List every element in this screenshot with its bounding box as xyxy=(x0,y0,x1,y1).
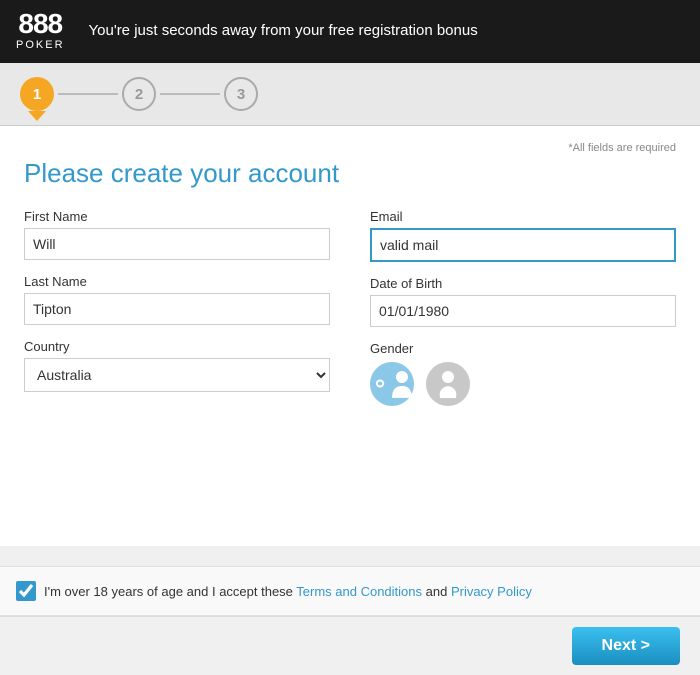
step-3-circle: 3 xyxy=(224,77,258,111)
country-select[interactable]: Australia United States United Kingdom C… xyxy=(24,358,330,392)
logo-888: 888 xyxy=(18,10,62,38)
header-tagline: You're just seconds away from your free … xyxy=(89,22,478,39)
gender-container: ⚬ xyxy=(370,362,676,406)
required-note: *All fields are required xyxy=(24,142,676,154)
form-grid: First Name Last Name Country Australia U… xyxy=(24,209,676,420)
male-icon: ⚬ xyxy=(370,370,390,399)
logo: 888 poker xyxy=(16,10,65,51)
gender-label: Gender xyxy=(370,341,676,356)
dob-label: Date of Birth xyxy=(370,276,676,291)
main-content: *All fields are required Please create y… xyxy=(0,126,700,546)
footer-bar: Next > xyxy=(0,616,700,675)
next-button[interactable]: Next > xyxy=(572,627,680,665)
step-1: 1 xyxy=(20,77,54,111)
female-silhouette xyxy=(436,370,460,398)
first-name-input[interactable] xyxy=(24,228,330,260)
gender-male-button[interactable]: ⚬ xyxy=(370,362,414,406)
page-title: Please create your account xyxy=(24,158,676,189)
step-3: 3 xyxy=(224,77,258,111)
logo-poker: poker xyxy=(16,39,65,51)
dob-group: Date of Birth xyxy=(370,276,676,327)
logo-text: 888 xyxy=(18,8,62,39)
step-line-2 xyxy=(160,93,220,95)
dob-input[interactable] xyxy=(370,295,676,327)
first-name-group: First Name xyxy=(24,209,330,260)
step-line-1 xyxy=(58,93,118,95)
gender-group: Gender ⚬ xyxy=(370,341,676,406)
last-name-input[interactable] xyxy=(24,293,330,325)
right-column: Email Date of Birth Gender ⚬ xyxy=(370,209,676,420)
step-2-circle: 2 xyxy=(122,77,156,111)
last-name-group: Last Name xyxy=(24,274,330,325)
country-label: Country xyxy=(24,339,330,354)
terms-checkbox[interactable] xyxy=(16,581,36,601)
country-group: Country Australia United States United K… xyxy=(24,339,330,392)
step-2: 2 xyxy=(122,77,156,111)
last-name-label: Last Name xyxy=(24,274,330,289)
email-input[interactable] xyxy=(370,228,676,262)
terms-row: I'm over 18 years of age and I accept th… xyxy=(0,566,700,616)
male-silhouette xyxy=(390,370,414,398)
header: 888 poker You're just seconds away from … xyxy=(0,0,700,63)
gender-female-button[interactable] xyxy=(426,362,470,406)
steps-bar: 1 2 3 xyxy=(0,63,700,126)
left-column: First Name Last Name Country Australia U… xyxy=(24,209,330,420)
step-1-circle: 1 xyxy=(20,77,54,111)
email-group: Email xyxy=(370,209,676,262)
email-label: Email xyxy=(370,209,676,224)
first-name-label: First Name xyxy=(24,209,330,224)
